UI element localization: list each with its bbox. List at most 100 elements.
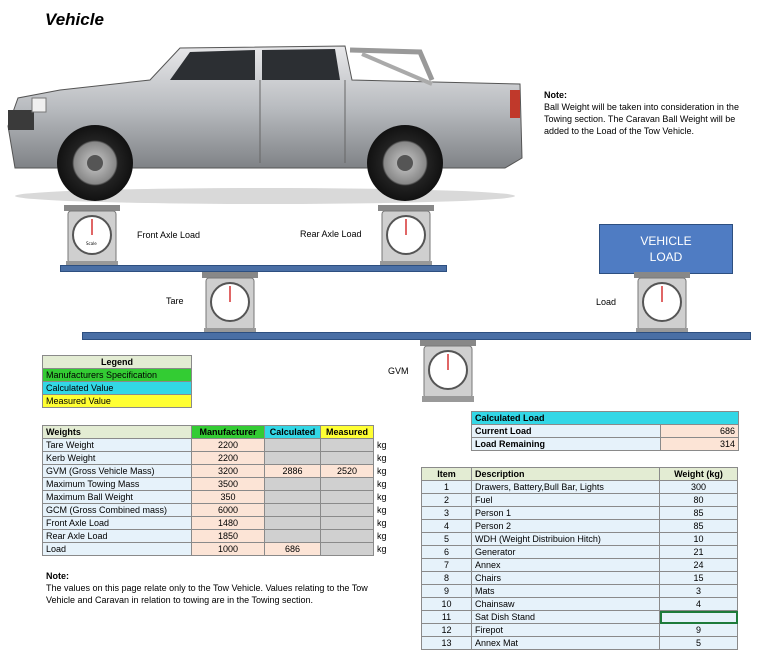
item-number: 3 [421, 506, 472, 520]
measured-value[interactable] [320, 490, 374, 504]
unit-label: kg [377, 492, 387, 502]
description-header: Description [471, 467, 660, 481]
item-row: 3 Person 1 85 [421, 506, 738, 520]
weights-row: Kerb Weight 2200 kg [42, 451, 395, 465]
calculated-value[interactable] [264, 529, 321, 543]
gvm-label: GVM [388, 366, 409, 376]
item-description[interactable]: Drawers, Battery,Bull Bar, Lights [471, 480, 660, 494]
weight-name: Tare Weight [42, 438, 192, 452]
item-description[interactable]: Person 1 [471, 506, 660, 520]
item-description[interactable]: WDH (Weight Distribuion Hitch) [471, 532, 660, 546]
item-number: 2 [421, 493, 472, 507]
legend-manufacturer[interactable]: Manufacturers Specification [42, 368, 192, 382]
calculated-load-title: Calculated Load [471, 411, 739, 425]
item-row: 5 WDH (Weight Distribuion Hitch) 10 [421, 532, 738, 546]
weights-row: Front Axle Load 1480 kg [42, 516, 395, 530]
item-description[interactable]: Fuel [471, 493, 660, 507]
weights-row: Load 1000 686 kg [42, 542, 395, 556]
load-label: Load [596, 297, 617, 307]
manufacturer-value[interactable]: 2200 [191, 438, 265, 452]
item-description[interactable]: Generator [471, 545, 660, 559]
manufacturer-value[interactable]: 1480 [191, 516, 265, 530]
item-weight[interactable]: 85 [659, 506, 738, 520]
weight-name: Kerb Weight [42, 451, 192, 465]
measured-value[interactable] [320, 516, 374, 530]
item-weight[interactable]: 10 [659, 532, 738, 546]
calculated-value[interactable] [264, 490, 321, 504]
scale-brand: Scale [86, 241, 97, 246]
calculated-value[interactable] [264, 503, 321, 517]
item-row: 11 Sat Dish Stand [421, 610, 738, 624]
manufacturer-header: Manufacturer [191, 425, 265, 439]
item-row: 12 Firepot 9 [421, 623, 738, 637]
measured-value[interactable]: 2520 [320, 464, 374, 478]
item-weight[interactable]: 80 [659, 493, 738, 507]
item-description[interactable]: Person 2 [471, 519, 660, 533]
current-load-value[interactable]: 686 [660, 424, 739, 438]
calculated-value[interactable] [264, 451, 321, 465]
measured-value[interactable] [320, 529, 374, 543]
measured-value[interactable] [320, 451, 374, 465]
weight-name: GCM (Gross Combined mass) [42, 503, 192, 517]
load-remaining-value[interactable]: 314 [660, 437, 739, 451]
item-weight[interactable] [659, 610, 738, 624]
weight-name: Front Axle Load [42, 516, 192, 530]
item-description[interactable]: Chairs [471, 571, 660, 585]
item-weight[interactable]: 21 [659, 545, 738, 559]
vehicle-image [7, 45, 523, 204]
weight-name: GVM (Gross Vehicle Mass) [42, 464, 192, 478]
item-weight[interactable]: 85 [659, 519, 738, 533]
item-number: 10 [421, 597, 472, 611]
calculated-value[interactable] [264, 438, 321, 452]
measured-value[interactable] [320, 477, 374, 491]
item-description[interactable]: Chainsaw [471, 597, 660, 611]
weights-row: Tare Weight 2200 kg [42, 438, 395, 452]
calculated-header: Calculated [264, 425, 321, 439]
weights-row: Maximum Towing Mass 3500 kg [42, 477, 395, 491]
manufacturer-value[interactable]: 1850 [191, 529, 265, 543]
item-description[interactable]: Annex Mat [471, 636, 660, 650]
manufacturer-value[interactable]: 2200 [191, 451, 265, 465]
item-description[interactable]: Firepot [471, 623, 660, 637]
item-weight[interactable]: 15 [659, 571, 738, 585]
item-header: Item [421, 467, 472, 481]
calculated-value[interactable] [264, 477, 321, 491]
vehicle-load-box: VEHICLE LOAD [599, 224, 733, 274]
upper-beam [60, 265, 447, 272]
weights-row: Maximum Ball Weight 350 kg [42, 490, 395, 504]
manufacturer-value[interactable]: 1000 [191, 542, 265, 556]
unit-label: kg [377, 505, 387, 515]
item-weight[interactable]: 5 [659, 636, 738, 650]
item-row: 9 Mats 3 [421, 584, 738, 598]
item-weight[interactable]: 9 [659, 623, 738, 637]
front-axle-label: Front Axle Load [137, 230, 201, 240]
measured-value[interactable] [320, 542, 374, 556]
item-weight[interactable]: 300 [659, 480, 738, 494]
legend-measured[interactable]: Measured Value [42, 394, 192, 408]
note-text: Ball Weight will be taken into considera… [544, 102, 739, 136]
weight-name: Maximum Towing Mass [42, 477, 192, 491]
weight-name: Rear Axle Load [42, 529, 192, 543]
item-description[interactable]: Sat Dish Stand [471, 610, 660, 624]
item-weight[interactable]: 4 [659, 597, 738, 611]
item-description[interactable]: Mats [471, 584, 660, 598]
calculated-value[interactable]: 686 [264, 542, 321, 556]
rear-axle-label: Rear Axle Load [300, 229, 362, 239]
manufacturer-value[interactable]: 6000 [191, 503, 265, 517]
manufacturer-value[interactable]: 3500 [191, 477, 265, 491]
manufacturer-value[interactable]: 3200 [191, 464, 265, 478]
measured-value[interactable] [320, 503, 374, 517]
measured-value[interactable] [320, 438, 374, 452]
item-weight[interactable]: 3 [659, 584, 738, 598]
weights-row: Rear Axle Load 1850 kg [42, 529, 395, 543]
legend-calculated[interactable]: Calculated Value [42, 381, 192, 395]
item-description[interactable]: Annex [471, 558, 660, 572]
unit-label: kg [377, 440, 387, 450]
calculated-value[interactable] [264, 516, 321, 530]
tare-scale-icon [202, 272, 258, 334]
tow-vehicle-note: Note: The values on this page relate onl… [46, 570, 391, 606]
calculated-value[interactable]: 2886 [264, 464, 321, 478]
item-weight[interactable]: 24 [659, 558, 738, 572]
manufacturer-value[interactable]: 350 [191, 490, 265, 504]
current-load-label: Current Load [470, 424, 662, 438]
